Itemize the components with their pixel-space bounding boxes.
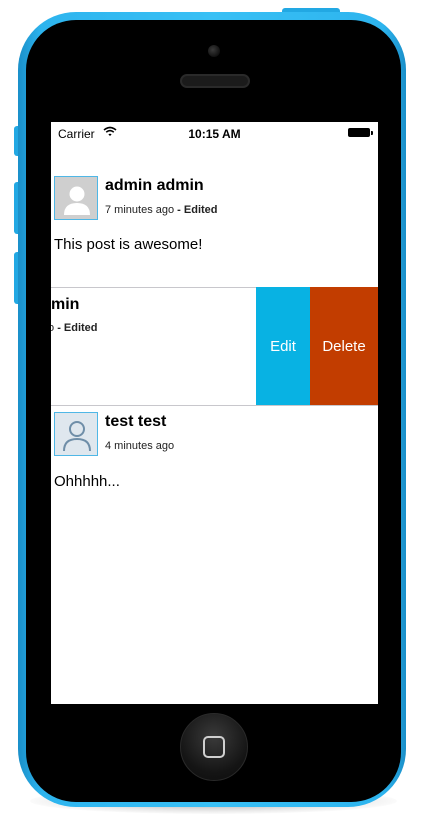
post-time: 7 minutes ago: [105, 204, 175, 216]
earpiece-speaker: [180, 74, 250, 88]
status-bar: Carrier 10:15 AM: [51, 122, 378, 144]
person-outline-icon: [63, 421, 91, 452]
post-row[interactable]: test test 4 minutes ago Ohhhhh...: [51, 405, 378, 525]
post-meta: o - Edited: [51, 322, 98, 334]
post-body: This post is awesome!: [54, 236, 203, 253]
battery-icon: [348, 128, 373, 137]
screen: Carrier 10:15 AM admin admin 7 minutes a…: [51, 122, 378, 704]
person-icon: [64, 186, 90, 215]
edited-label: - Edited: [57, 322, 98, 334]
edit-action-button[interactable]: Edit: [256, 287, 310, 405]
post-meta: 7 minutes ago - Edited: [105, 204, 218, 216]
post-meta: 4 minutes ago: [105, 440, 174, 452]
post-row[interactable]: admin admin 7 minutes ago - Edited This …: [51, 174, 378, 287]
avatar[interactable]: [54, 412, 98, 456]
post-author: admin admin: [105, 177, 204, 194]
home-button[interactable]: [180, 713, 248, 781]
avatar[interactable]: [54, 176, 98, 220]
post-body: Ohhhhh...: [54, 473, 120, 490]
post-author-visible-fragment: min: [51, 296, 80, 313]
status-time: 10:15 AM: [188, 127, 241, 141]
post-time-fragment: o: [51, 322, 55, 334]
post-row-swiped[interactable]: min o - Edited Edit Delete: [51, 287, 378, 405]
home-square-icon: [203, 736, 225, 758]
post-author: test test: [105, 413, 167, 430]
delete-action-button[interactable]: Delete: [310, 287, 378, 405]
front-camera: [208, 45, 220, 57]
post-time: 4 minutes ago: [105, 440, 175, 452]
edited-label: - Edited: [177, 204, 218, 216]
